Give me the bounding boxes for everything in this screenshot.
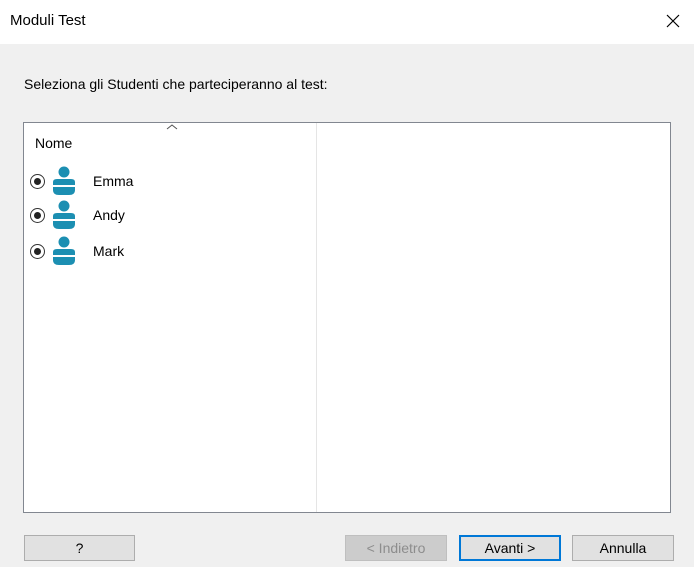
list-item[interactable]: Mark [30,235,310,267]
student-name: Mark [93,243,125,259]
column-header-label: Nome [35,135,73,151]
back-button[interactable]: < Indietro [345,535,447,561]
close-button[interactable] [660,8,686,34]
sort-ascending-icon [166,124,178,130]
students-list[interactable]: Nome Emma Andy Mark [23,122,671,513]
column-divider [316,123,317,512]
student-icon [53,236,75,265]
help-button[interactable]: ? [24,535,135,561]
close-icon [666,14,680,28]
student-radio[interactable] [30,243,45,259]
student-icon [53,200,75,229]
student-radio[interactable] [30,207,45,223]
column-header-nome[interactable]: Nome [24,123,316,161]
student-name: Emma [93,173,134,189]
student-icon [53,166,75,195]
instruction-label: Seleziona gli Studenti che parteciperann… [24,76,328,92]
cancel-button[interactable]: Annulla [572,535,674,561]
title-bar: Moduli Test [0,0,694,44]
window-title: Moduli Test [10,12,86,29]
list-item[interactable]: Emma [30,165,310,197]
list-item[interactable]: Andy [30,199,310,231]
next-button[interactable]: Avanti > [459,535,561,561]
student-radio[interactable] [30,173,45,189]
student-name: Andy [93,207,125,223]
